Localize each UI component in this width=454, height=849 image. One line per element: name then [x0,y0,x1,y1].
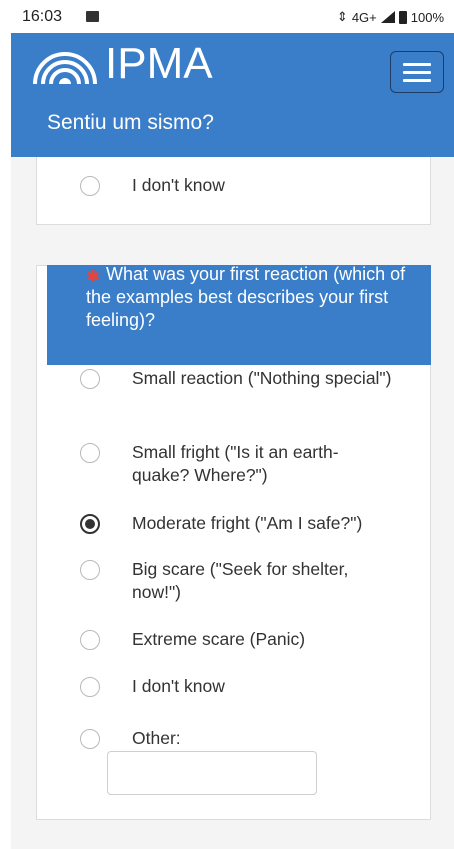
option-dont-know[interactable]: I don't know [80,676,225,697]
network-type: 4G+ [351,9,377,25]
status-bar: 16:03 ⇕ 4G+ 100% [0,0,454,33]
signal-icon [380,11,395,23]
option-label: Other: [132,728,181,748]
battery-level: 100% [410,9,444,25]
option-label: I don't know [132,676,225,696]
radio-button[interactable] [80,630,100,650]
status-time: 16:03 [22,8,63,25]
option-small-fright[interactable]: Small fright ("Is it an earth-quake? Whe… [80,442,339,485]
image-notification-icon [86,11,99,22]
option-big-scare[interactable]: Big scare ("Seek for shelter, now!") [80,559,348,602]
ipma-logo-arcs-icon [33,52,97,85]
radio-button[interactable] [80,176,100,196]
battery-icon [398,10,407,24]
option-other[interactable]: Other: [80,728,181,749]
menu-bar-icon [403,78,431,82]
option-label: Extreme scare (Panic) [132,629,306,649]
radio-button[interactable] [80,677,100,697]
option-moderate-fright[interactable]: Moderate fright ("Am I safe?") [80,513,362,534]
vibrate-icon: ⇕ [336,9,348,24]
app-header: IPMA Sentiu um sismo? [11,33,454,157]
option-label: Big scare ("Seek for shelter, now!") [132,559,349,602]
status-right: ⇕ 4G+ 100% [337,9,444,25]
radio-button[interactable] [80,729,100,749]
logo-text: IPMA [105,39,213,88]
other-text-input[interactable] [107,751,317,795]
option-previous-dont-know[interactable]: I don't know [80,175,225,196]
radio-button-selected[interactable] [80,514,100,534]
page-title: Sentiu um sismo? [47,111,214,134]
menu-bar-icon [403,70,431,74]
hamburger-menu-button[interactable] [390,51,444,93]
question-text: What was your first reaction (which of t… [86,264,406,330]
menu-bar-icon [403,62,431,66]
question-header: ✱ What was your first reaction (which of… [47,264,431,365]
radio-button[interactable] [80,560,100,580]
option-label: Small reaction ("Nothing special") [132,368,392,388]
ipma-logo[interactable]: IPMA [31,38,213,90]
radio-button[interactable] [80,443,100,463]
option-label: I don't know [132,175,225,195]
option-extreme-scare[interactable]: Extreme scare (Panic) [80,629,305,650]
option-label: Moderate fright ("Am I safe?") [132,513,363,533]
option-small-reaction[interactable]: Small reaction ("Nothing special") [80,368,391,389]
option-label: Small fright ("Is it an earth-quake? Whe… [132,442,339,485]
radio-button[interactable] [80,369,100,389]
